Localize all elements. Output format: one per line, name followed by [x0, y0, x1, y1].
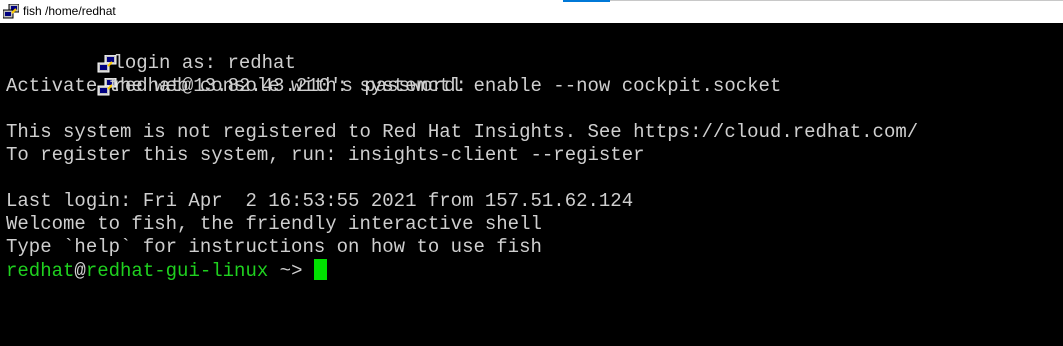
shell-prompt[interactable]: redhat@redhat-gui-linux ~>: [6, 259, 1063, 282]
putty-window: fish /home/redhat login as: redhat redha…: [0, 0, 1063, 346]
register-line: To register this system, run: insights-c…: [6, 144, 645, 166]
login-line: login as: redhat: [6, 29, 1063, 74]
window-title: fish /home/redhat: [23, 4, 116, 18]
insights-line: This system is not registered to Red Hat…: [6, 121, 919, 143]
putty-icon[interactable]: [2, 3, 20, 19]
putty-icon: [6, 55, 117, 96]
welcome-line: Welcome to fish, the friendly interactiv…: [6, 213, 542, 235]
text-cursor[interactable]: [313, 259, 327, 280]
prompt-user: redhat: [6, 260, 75, 282]
password-line: redhat@13.82.43.210's password:: [6, 52, 1063, 97]
putty-icon: [6, 32, 117, 73]
help-line: Type `help` for instructions on how to u…: [6, 236, 542, 258]
title-accent-bar: [563, 0, 610, 2]
title-bar[interactable]: fish /home/redhat: [0, 0, 1063, 23]
terminal-output[interactable]: login as: redhat redhat@13.82.43.210's p…: [0, 23, 1063, 346]
console-line: Activate the web console with: systemctl…: [6, 75, 782, 97]
prompt-host: redhat-gui-linux: [85, 260, 269, 282]
last-login-line: Last login: Fri Apr 2 16:53:55 2021 from…: [6, 190, 634, 212]
title-divider: [610, 0, 1063, 1]
prompt-at: @: [74, 260, 86, 282]
prompt-cwd: ~: [268, 260, 292, 282]
prompt-symbol: >: [291, 260, 314, 282]
